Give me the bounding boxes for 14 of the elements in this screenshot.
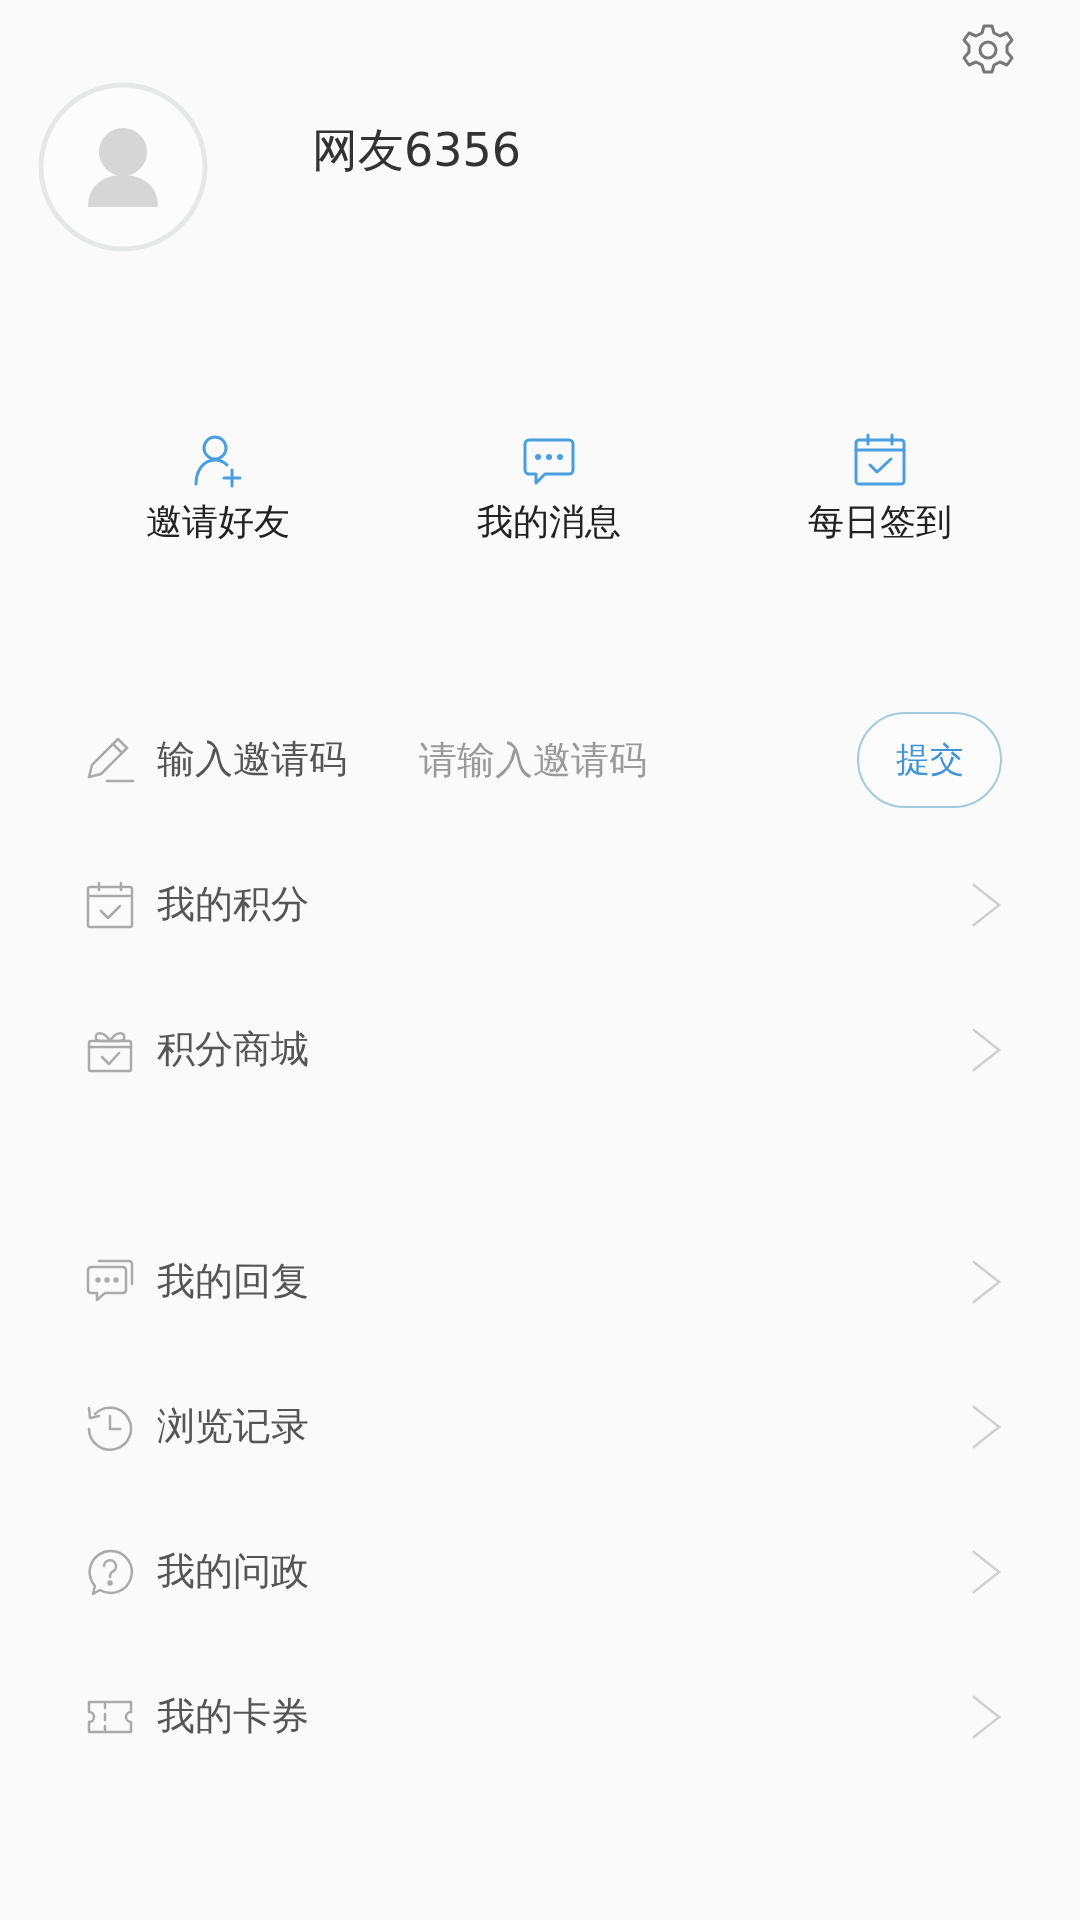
menu-item[interactable]: 我的卡券 bbox=[0, 1644, 1080, 1789]
calendar-check-icon bbox=[85, 879, 135, 930]
menu-item[interactable]: 我的回复 bbox=[0, 1209, 1080, 1354]
menu-item[interactable]: 我的积分 bbox=[0, 832, 1080, 977]
menu-item[interactable]: 我的问政 bbox=[0, 1499, 1080, 1644]
menu-item[interactable]: 浏览记录 bbox=[0, 1354, 1080, 1499]
invite-code-label: 输入邀请码 bbox=[157, 736, 347, 783]
calendar-check-icon bbox=[852, 432, 908, 488]
menu-item[interactable]: 积分商城 bbox=[0, 977, 1080, 1122]
quick-action-button[interactable]: 我的消息 bbox=[409, 432, 689, 547]
quick-action-button[interactable]: 邀请好友 bbox=[78, 432, 358, 547]
invite-code-field[interactable]: 请输入邀请码 bbox=[419, 737, 719, 782]
quick-action-button[interactable]: 每日签到 bbox=[740, 432, 1020, 547]
username: 网友6356 bbox=[312, 122, 522, 179]
